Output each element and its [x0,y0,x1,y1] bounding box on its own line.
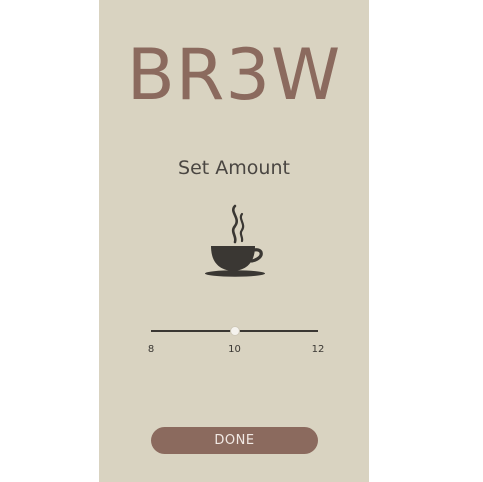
slider-mid-label: 10 [228,344,241,355]
slider-thumb[interactable] [229,326,240,336]
coffee-cup-icon [199,200,271,282]
slider-min-label: 8 [147,344,155,355]
page-title: Set Amount [178,157,290,179]
app-screen: BR3W Set Amount 8 10 12 DONE [99,0,369,482]
amount-slider[interactable] [151,322,318,342]
done-button[interactable]: DONE [151,427,318,454]
app-logo: BR3W [126,34,342,116]
slider-max-label: 12 [311,344,325,355]
